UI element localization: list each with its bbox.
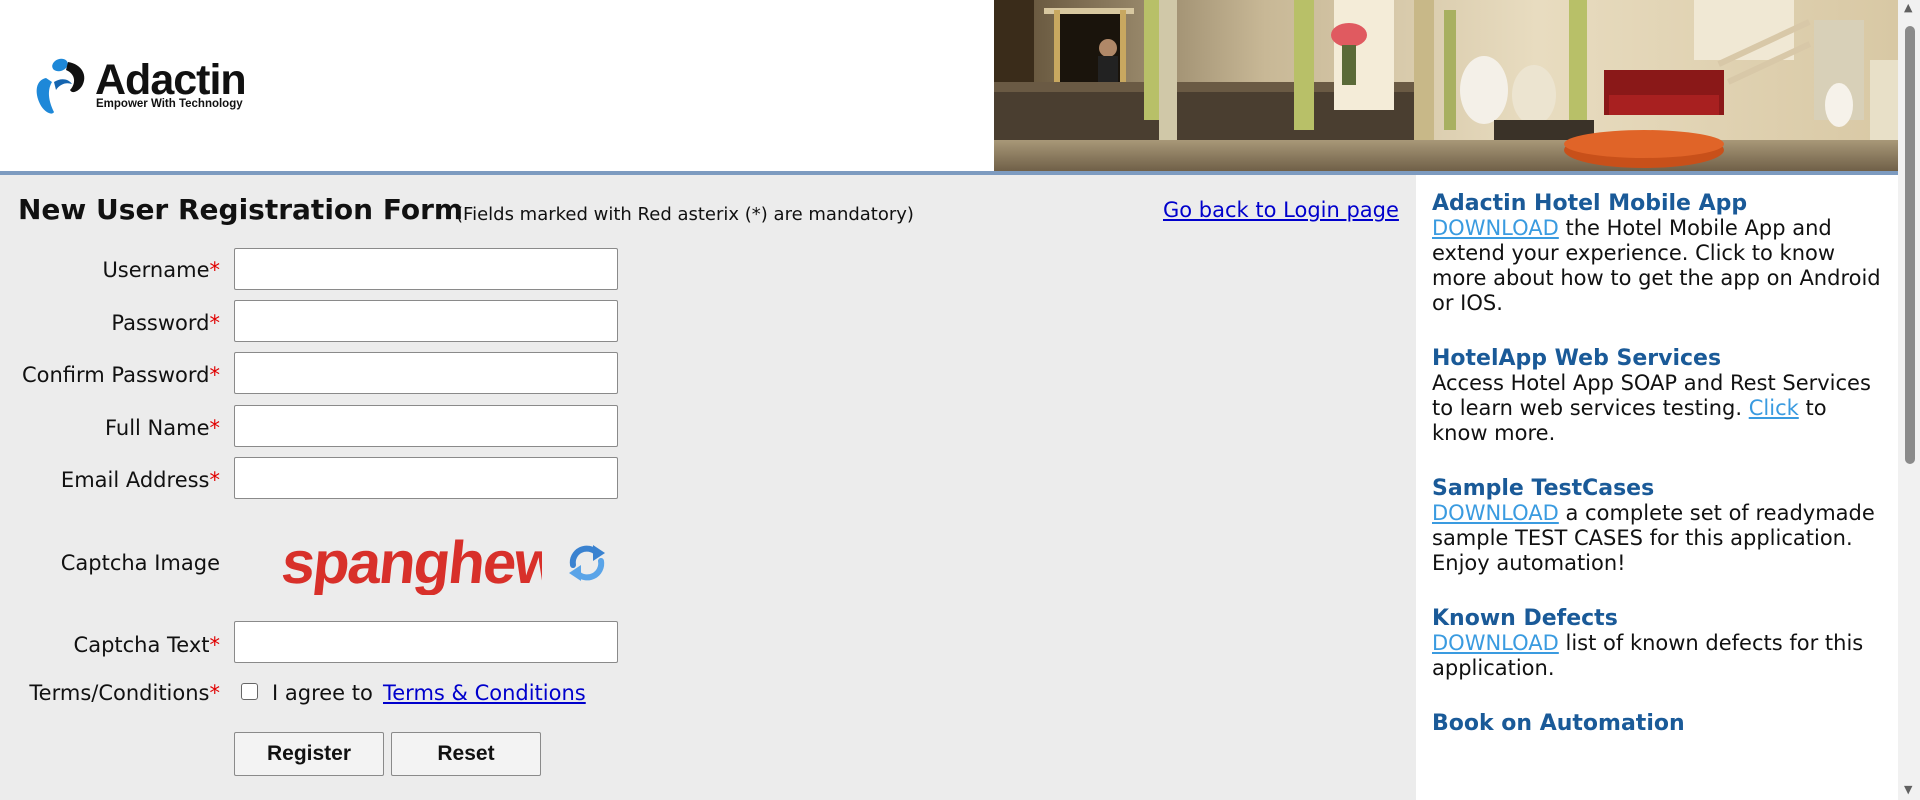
agree-text: I agree to <box>272 681 373 705</box>
confirm-password-input[interactable] <box>234 352 618 394</box>
form-title: New User Registration Form <box>18 193 464 226</box>
username-label: Username* <box>102 258 221 282</box>
password-label: Password* <box>111 311 221 335</box>
mandatory-asterisk: * <box>209 416 221 440</box>
mandatory-asterisk: * <box>209 633 221 657</box>
hotel-lobby-banner-image <box>994 0 1898 171</box>
mobile-app-text: DOWNLOAD the Hotel Mobile App and extend… <box>1432 216 1881 315</box>
back-to-login-link[interactable]: Go back to Login page <box>1163 198 1399 222</box>
adactin-logo-icon <box>36 58 85 114</box>
mobile-app-heading: Adactin Hotel Mobile App <box>1432 191 1748 216</box>
mobile-app-download-link[interactable]: DOWNLOAD <box>1432 216 1559 240</box>
captcha-image-label: Captcha Image <box>60 551 220 575</box>
mandatory-asterisk: * <box>209 258 221 282</box>
mandatory-asterisk: * <box>209 311 221 335</box>
terms-checkbox[interactable] <box>241 683 258 700</box>
scrollbar-thumb[interactable] <box>1905 26 1915 464</box>
logo-tagline: Empower With Technology <box>96 98 243 110</box>
testcases-download-link[interactable]: DOWNLOAD <box>1432 501 1559 525</box>
password-input[interactable] <box>234 300 618 342</box>
logo[interactable]: Adactin Empower With Technology <box>32 56 252 120</box>
mandatory-asterisk: * <box>209 363 221 387</box>
mandatory-asterisk: * <box>209 468 221 492</box>
web-services-heading: HotelApp Web Services <box>1432 346 1722 371</box>
refresh-icon[interactable] <box>565 541 609 585</box>
web-services-text: Access Hotel App SOAP and Rest Services … <box>1432 371 1871 445</box>
captcha-text-art: spanghew <box>282 529 542 595</box>
header: Adactin Empower With Technology <box>0 0 1898 171</box>
terms-label: Terms/Conditions* <box>29 681 221 705</box>
web-services-click-link[interactable]: Click <box>1749 396 1799 420</box>
email-input[interactable] <box>234 457 618 499</box>
reset-button[interactable]: Reset <box>391 732 541 776</box>
scroll-up-arrow-icon[interactable]: ▲ <box>1904 2 1912 13</box>
mandatory-asterisk: * <box>209 681 221 705</box>
known-defects-heading: Known Defects <box>1432 606 1618 631</box>
captcha-image: spanghew <box>282 529 542 595</box>
book-on-automation-heading[interactable]: Book on Automation <box>1432 711 1685 736</box>
known-defects-text: DOWNLOAD list of known defects for this … <box>1432 631 1864 680</box>
email-label: Email Address* <box>60 468 221 492</box>
sample-testcases-heading: Sample TestCases <box>1432 476 1655 501</box>
captcha-text-input[interactable] <box>234 621 618 663</box>
terms-conditions-link[interactable]: Terms & Conditions <box>383 681 586 705</box>
full-name-label: Full Name* <box>104 416 221 440</box>
confirm-password-label: Confirm Password* <box>21 363 221 387</box>
username-input[interactable] <box>234 248 618 290</box>
full-name-input[interactable] <box>234 405 618 447</box>
captcha-text-label: Captcha Text* <box>73 633 221 657</box>
scroll-down-arrow-icon[interactable]: ▼ <box>1904 784 1912 795</box>
defects-download-link[interactable]: DOWNLOAD <box>1432 631 1559 655</box>
register-button[interactable]: Register <box>234 732 384 776</box>
mandatory-note: (Fields marked with Red asterix (*) are … <box>456 204 914 225</box>
sample-testcases-text: DOWNLOAD a complete set of readymade sam… <box>1432 501 1875 575</box>
